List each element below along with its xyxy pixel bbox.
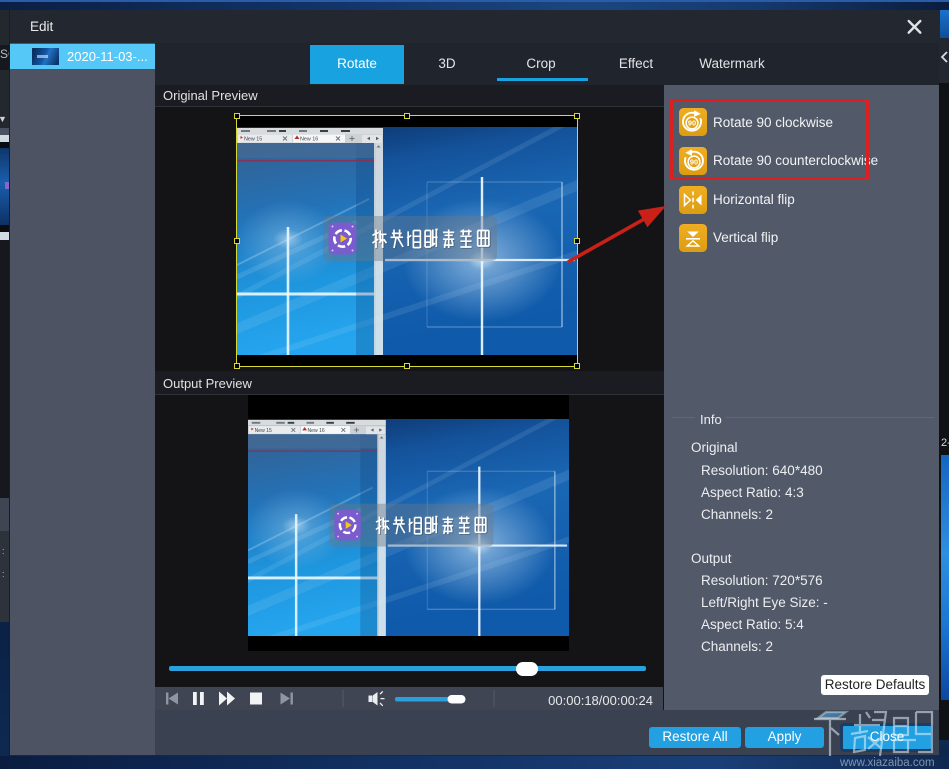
svg-text:New 15: New 15: [255, 428, 272, 434]
svg-text:New 15: New 15: [244, 137, 262, 143]
svg-text:New 16: New 16: [300, 137, 318, 143]
svg-text:New 16: New 16: [307, 428, 324, 434]
